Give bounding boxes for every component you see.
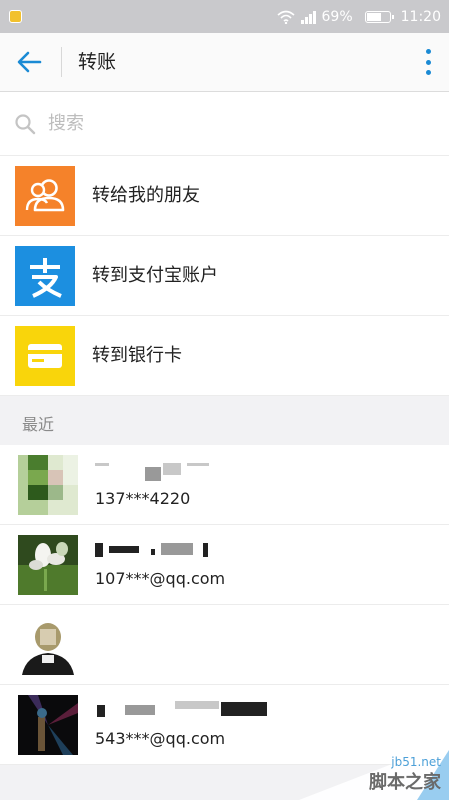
recent-contact-row[interactable]: 137***4220 [0, 445, 449, 525]
recent-contact-row[interactable]: 107***@qq.com [0, 525, 449, 605]
back-arrow-icon[interactable] [12, 46, 46, 78]
wifi-icon [276, 10, 295, 24]
app-bar: 转账 [0, 33, 449, 92]
transfer-to-alipay-label: 转到支付宝账户 [92, 265, 218, 286]
contact-account: 137***4220 [95, 489, 191, 508]
search-input[interactable]: 搜索 [48, 92, 84, 155]
transfer-to-bank-card-label: 转到银行卡 [92, 345, 182, 366]
alipay-icon [15, 246, 75, 306]
search-icon [15, 114, 36, 135]
clock: 11:20 [400, 9, 441, 25]
status-bar: 69% 11:20 [0, 0, 449, 33]
avatar [18, 695, 78, 755]
search-bar[interactable]: 搜索 [0, 92, 449, 156]
page-title: 转账 [78, 51, 117, 73]
transfer-to-friend-label: 转给我的朋友 [92, 185, 200, 206]
avatar [18, 455, 78, 515]
transfer-to-friend-row[interactable]: 转给我的朋友 [0, 156, 449, 236]
appbar-divider [61, 47, 62, 77]
watermark-url: jb51.net [391, 755, 441, 769]
avatar [18, 615, 78, 675]
transfer-to-alipay-row[interactable]: 转到支付宝账户 [0, 236, 449, 316]
transfer-to-bank-card-row[interactable]: 转到银行卡 [0, 316, 449, 396]
status-indicators: 69% 11:20 [276, 6, 441, 28]
bank-card-icon [15, 326, 75, 386]
recent-contact-row[interactable] [0, 605, 449, 685]
friends-icon [15, 166, 75, 226]
signal-icon [300, 10, 316, 24]
watermark: jb51.net 脚本之家 [299, 742, 449, 800]
avatar [18, 535, 78, 595]
more-menu-icon[interactable] [423, 49, 433, 75]
recent-section-header: 最近 [0, 396, 449, 444]
battery-icon [364, 11, 394, 23]
battery-percent: 69% [321, 9, 353, 25]
watermark-text: 脚本之家 [369, 772, 441, 793]
contact-account: 107***@qq.com [95, 569, 226, 588]
contact-account: 543***@qq.com [95, 729, 226, 748]
app-notification-icon [9, 10, 22, 23]
